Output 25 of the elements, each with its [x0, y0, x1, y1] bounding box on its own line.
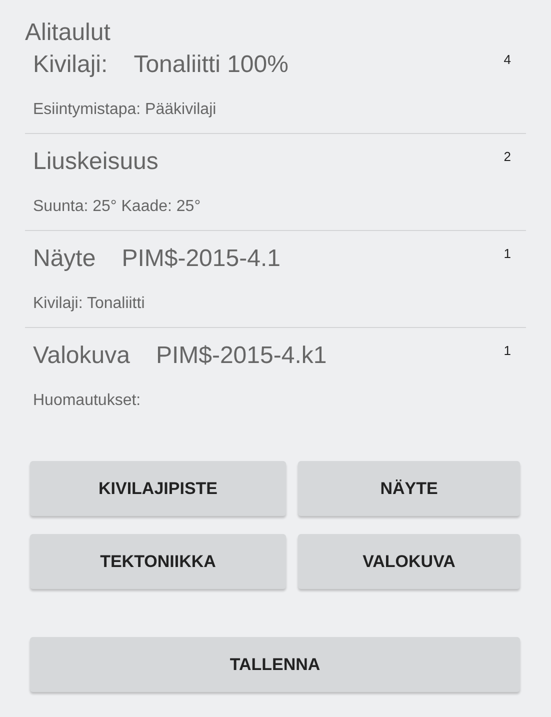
item-value: PIM$-2015-4.k1 [156, 341, 327, 371]
item-detail: Suunta: 25° Kaade: 25° [33, 197, 202, 217]
list-item[interactable]: Valokuva PIM$-2015-4.k1 1 Huomautukset: [25, 328, 526, 424]
list-item[interactable]: Näyte PIM$-2015-4.1 1 Kivilaji: Tonaliitti [25, 231, 526, 328]
add-button[interactable]: VALOKUVA [298, 534, 520, 589]
save-button[interactable]: TALLENNA [30, 637, 520, 692]
add-button[interactable]: NÄYTE [298, 461, 520, 516]
list-item[interactable]: Liuskeisuus 2 Suunta: 25° Kaade: 25° [25, 134, 526, 231]
item-value: Tonaliitti 100% [134, 50, 288, 80]
item-label: Näyte [33, 244, 96, 274]
item-count: 4 [504, 52, 511, 68]
section-title: Alitaulut [25, 18, 112, 46]
item-count: 1 [504, 343, 511, 359]
item-count: 1 [504, 246, 511, 262]
add-button[interactable]: KIVILAJIPISTE [30, 461, 286, 516]
item-detail: Esiintymistapa: Pääkivilaji [33, 100, 218, 120]
item-detail: Huomautukset: [33, 391, 142, 411]
item-label: Valokuva [33, 341, 130, 371]
item-label: Liuskeisuus [33, 147, 158, 177]
list-item[interactable]: Kivilaji: Tonaliitti 100% 4 Esiintymistapa: Pääkivilaji [25, 46, 526, 134]
item-detail: Kivilaji: Tonaliitti [33, 294, 146, 314]
item-value: PIM$-2015-4.1 [122, 244, 280, 274]
add-button[interactable]: TEKTONIIKKA [30, 534, 286, 589]
item-count: 2 [504, 149, 511, 165]
item-label: Kivilaji: [33, 50, 108, 80]
